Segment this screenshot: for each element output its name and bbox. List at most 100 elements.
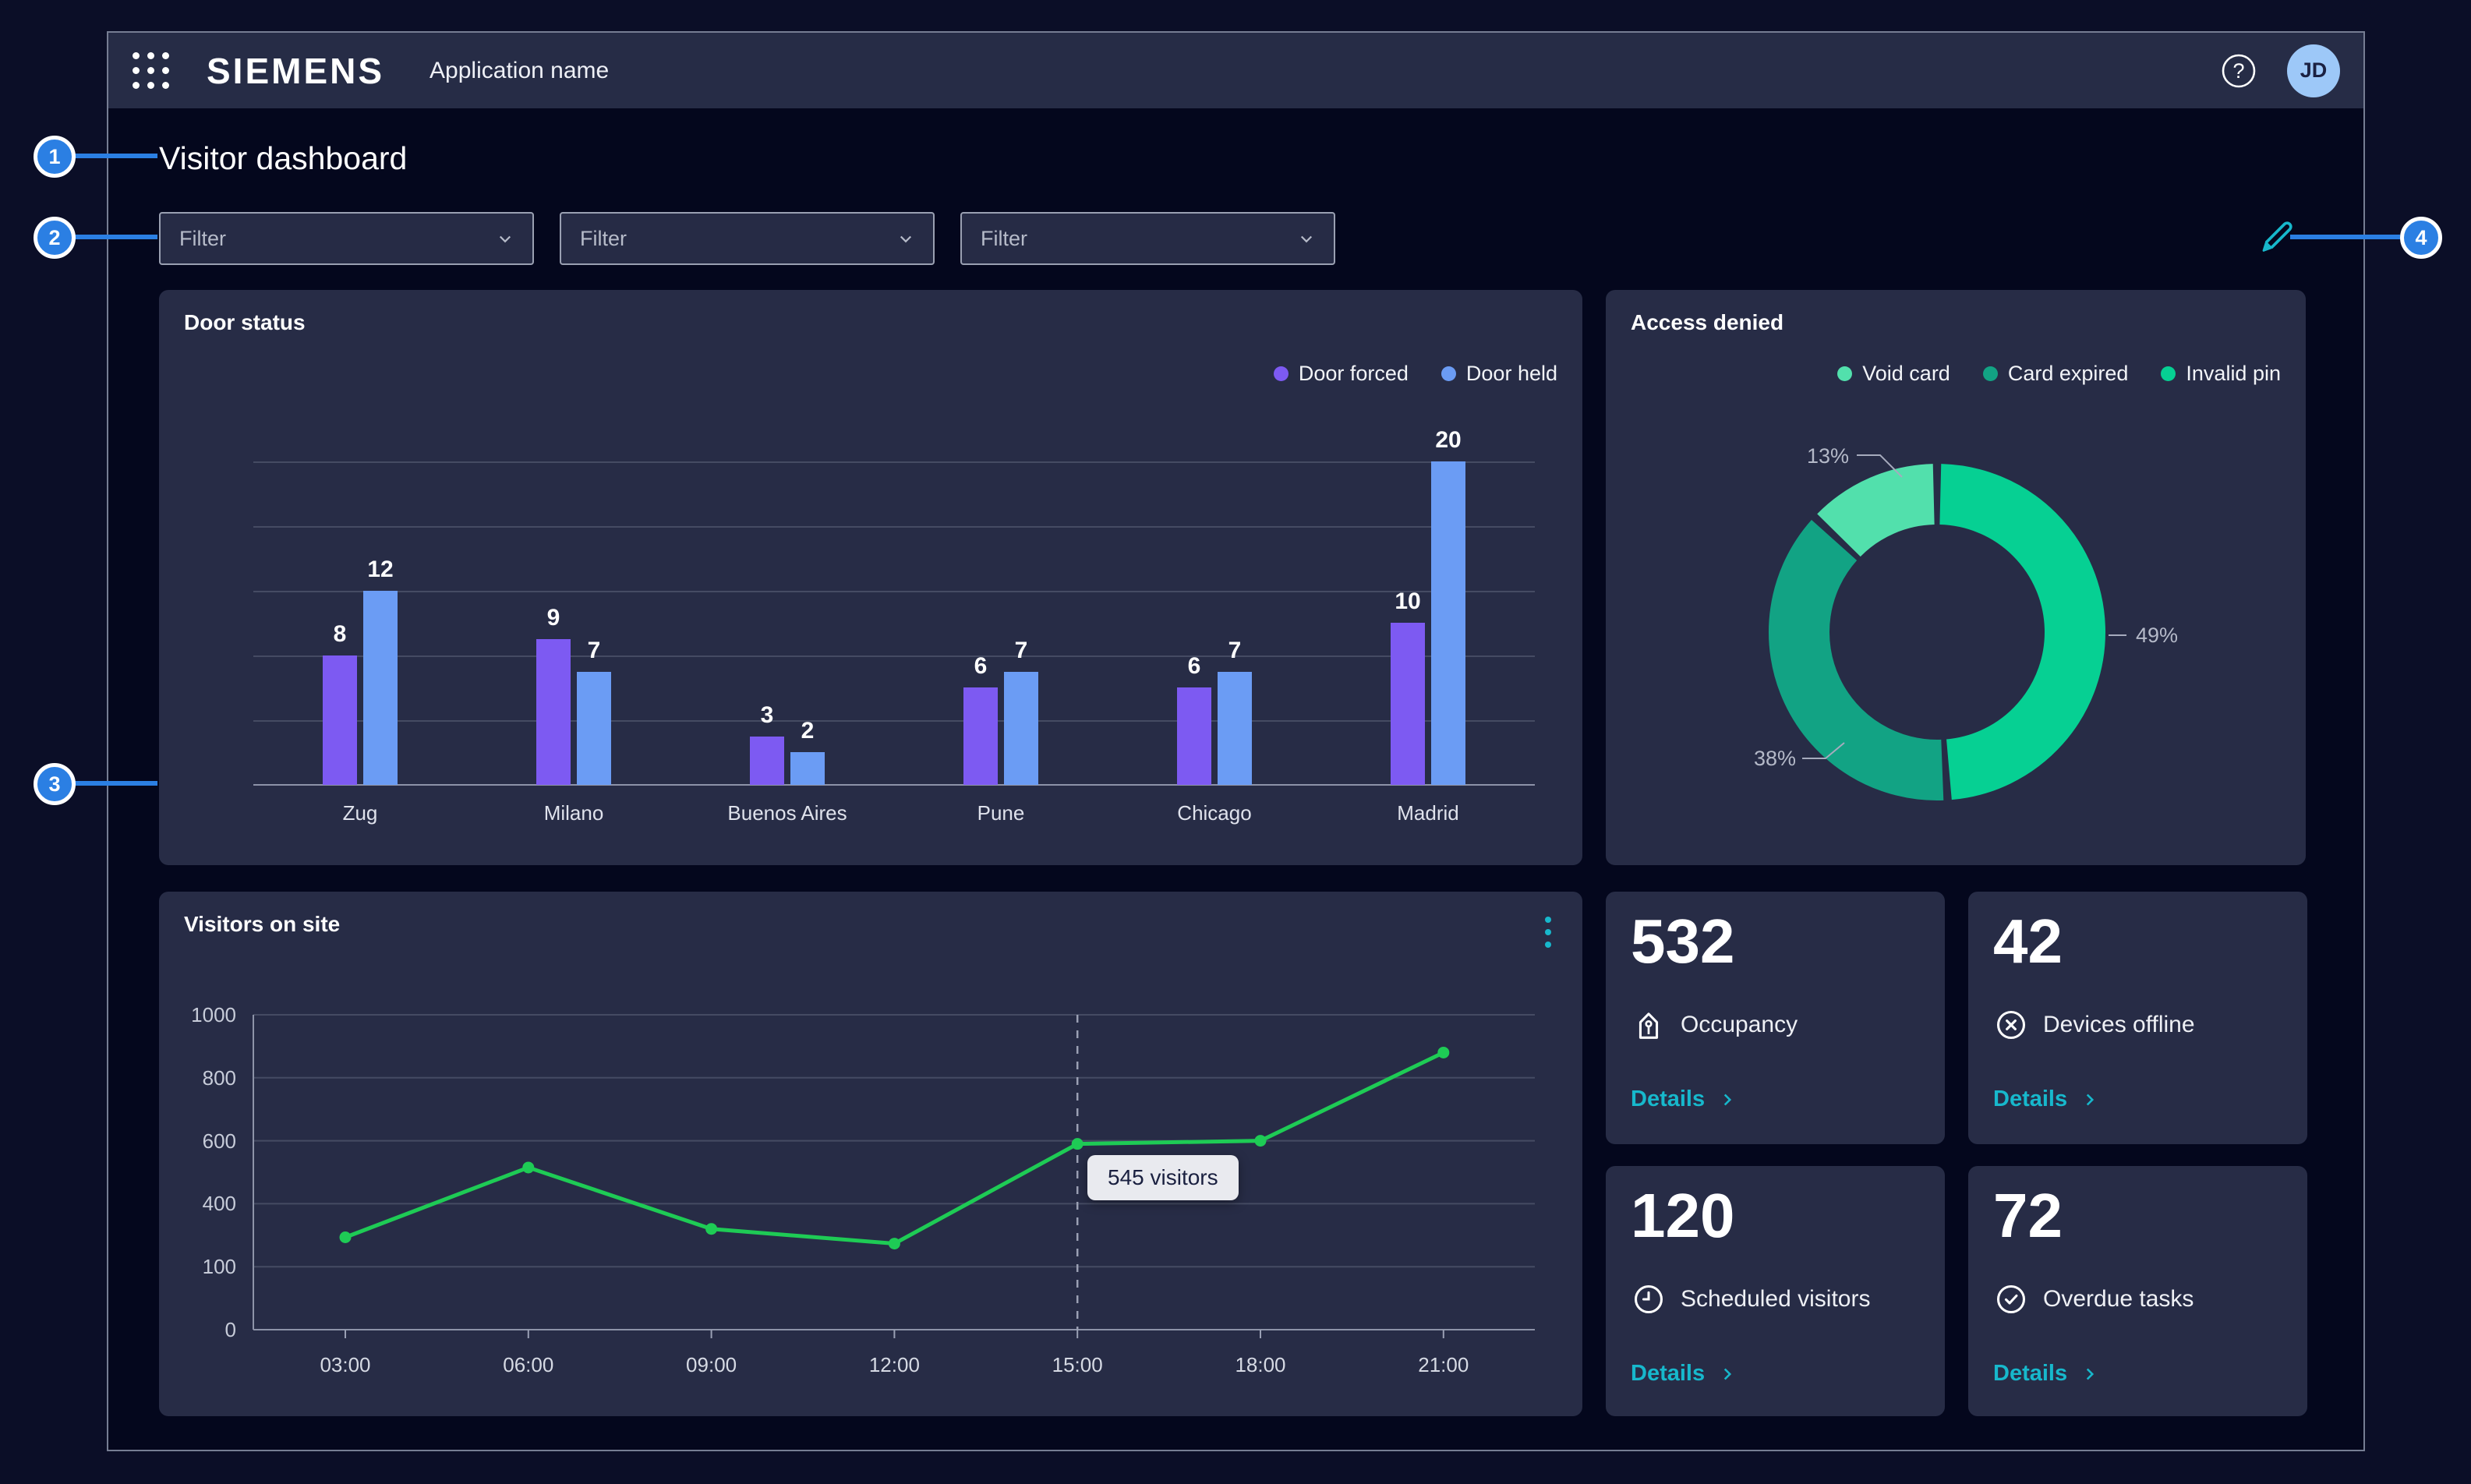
details-link[interactable]: Details [1993,1086,2100,1112]
card-title: Visitors on site [184,912,340,937]
chart-tooltip: 545 visitors [1087,1155,1239,1200]
callout-line-4 [2290,235,2400,239]
x-axis-tick-label: 21:00 [1389,1353,1498,1377]
help-icon[interactable]: ? [2218,51,2259,91]
clock-icon [1631,1281,1667,1317]
filter-row: Filter Filter Filter [159,212,1335,265]
app-launcher-icon[interactable] [133,52,169,89]
kpi-label: Overdue tasks [2043,1286,2193,1313]
donut-label-card-expired: 38% [1721,747,1796,771]
bar-value-label: 7 [555,638,633,664]
kebab-menu-icon[interactable] [1542,913,1554,951]
occupancy-icon [1631,1007,1667,1043]
details-label: Details [1631,1086,1705,1112]
kpi-value: 72 [1993,1180,2063,1252]
kpi-value: 42 [1993,906,2063,977]
callout-line-2 [74,235,157,239]
y-axis-tick-label: 800 [166,1066,236,1090]
visitor-dashboard-page: 1 2 3 4 SIEMENS Application name ? JD Vi… [0,0,2471,1484]
app-frame: SIEMENS Application name ? JD Visitor da… [107,31,2365,1451]
avatar[interactable]: JD [2287,44,2340,97]
chevron-right-icon [1717,1090,1737,1110]
bar-category-label: Madrid [1321,801,1535,825]
siemens-logo: SIEMENS [207,50,384,92]
legend-item: Door forced [1274,362,1409,386]
details-link[interactable]: Details [1631,1361,1737,1387]
visitors-on-site-card: Visitors on site 01004006008001000 03:00… [159,892,1582,1416]
bar-value-label: 7 [982,638,1060,664]
app-header: SIEMENS Application name ? JD [108,33,2363,108]
door-status-card: Door status Door forcedDoor held 812Zug9… [159,290,1582,865]
kpi-label: Devices offline [2043,1012,2195,1038]
filter-dropdown-3[interactable]: Filter [960,212,1335,265]
filter-placeholder: Filter [179,227,226,251]
bar-door-forced [1177,687,1211,785]
visitors-line-chart [253,1015,1535,1342]
bar-door-forced [323,655,357,785]
bar-value-label: 20 [1409,427,1487,454]
details-label: Details [1993,1361,2067,1387]
x-axis-tick-label: 09:00 [657,1353,766,1377]
kpi-value: 532 [1631,906,1734,977]
devices-offline-icon [1993,1007,2029,1043]
kpi-card-overdue-tasks: 72 Overdue tasks Details [1968,1166,2307,1416]
x-axis-tick-label: 15:00 [1023,1353,1132,1377]
filter-dropdown-1[interactable]: Filter [159,212,534,265]
y-axis-tick-label: 0 [166,1318,236,1342]
details-link[interactable]: Details [1993,1361,2100,1387]
access-denied-card: Access denied Void cardCard expiredInval… [1606,290,2306,865]
y-axis-tick-label: 100 [166,1255,236,1279]
kpi-value: 120 [1631,1180,1734,1252]
bar-door-held [363,591,398,785]
bar-value-label: 12 [341,556,419,583]
legend-dot [1274,366,1289,381]
bar-category-label: Milano [467,801,680,825]
application-name: Application name [430,58,609,84]
callout-badge-2: 2 [34,217,76,259]
bar-door-held [577,672,611,785]
donut-label-invalid-pin: 49% [2136,624,2178,648]
details-label: Details [1993,1086,2067,1112]
details-link[interactable]: Details [1631,1086,1737,1112]
callout-line-3 [74,781,157,786]
x-axis-tick-label: 06:00 [474,1353,583,1377]
bar-door-held [1004,672,1038,785]
bar-value-label: 9 [514,605,592,631]
kpi-card-devices-offline: 42 Devices offline Details [1968,892,2307,1144]
legend-label: Door held [1466,362,1557,386]
chevron-down-icon [493,227,517,250]
bar-value-label: 7 [1196,638,1274,664]
bar-door-held [790,752,825,785]
chevron-down-icon [894,227,917,250]
filter-placeholder: Filter [981,227,1027,251]
donut-label-connectors [1606,290,2306,865]
chevron-right-icon [2080,1090,2100,1110]
card-title: Door status [184,310,306,335]
bar-door-held [1431,461,1465,785]
y-axis-tick-label: 1000 [166,1003,236,1027]
kpi-label: Scheduled visitors [1681,1286,1870,1313]
bar-category-label: Chicago [1108,801,1321,825]
kpi-label: Occupancy [1681,1012,1798,1038]
chevron-down-icon [1295,227,1318,250]
bar-category-label: Zug [253,801,467,825]
bar-door-forced [963,687,998,785]
filter-placeholder: Filter [580,227,627,251]
legend-label: Door forced [1299,362,1409,386]
bar-door-forced [1391,623,1425,785]
legend-dot [1441,366,1456,381]
callout-line-1 [74,154,157,158]
legend-item: Door held [1441,362,1557,386]
bar-value-label: 2 [769,718,847,744]
y-axis-tick-label: 600 [166,1129,236,1154]
bar-door-held [1218,672,1252,785]
bar-category-label: Buenos Aires [680,801,894,825]
kpi-card-scheduled-visitors: 120 Scheduled visitors Details [1606,1166,1945,1416]
x-axis-tick-label: 12:00 [840,1353,949,1377]
filter-dropdown-2[interactable]: Filter [560,212,935,265]
bar-category-label: Pune [894,801,1108,825]
kpi-card-occupancy: 532 Occupancy Details [1606,892,1945,1144]
door-status-legend: Door forced Door held [1274,362,1557,386]
chevron-right-icon [2080,1364,2100,1384]
details-label: Details [1631,1361,1705,1387]
